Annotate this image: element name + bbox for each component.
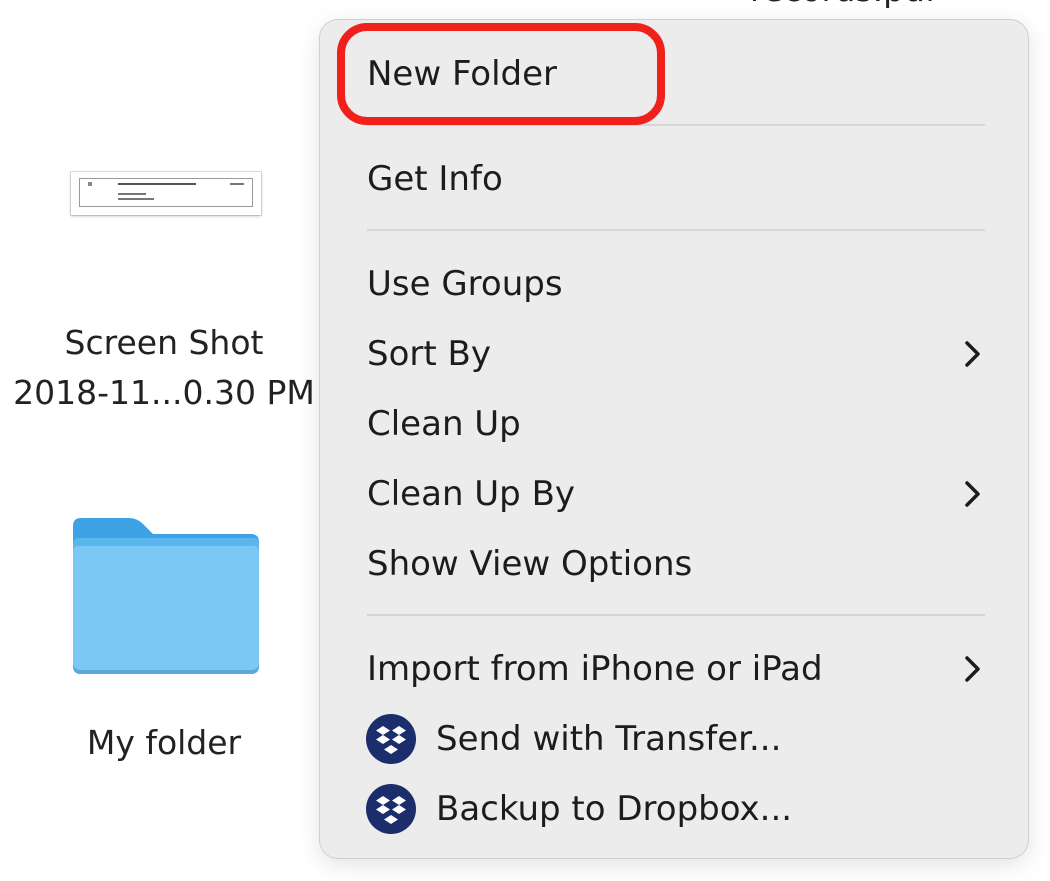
menu-item-label: Backup to Dropbox... <box>436 789 793 829</box>
menu-item-get-info[interactable]: Get Info <box>320 148 1028 210</box>
menu-item-clean-up-by[interactable]: Clean Up By <box>320 463 1028 525</box>
menu-item-clean-up[interactable]: Clean Up <box>320 393 1028 455</box>
menu-item-backup-to-dropbox[interactable]: Backup to Dropbox... <box>320 778 1028 840</box>
menu-item-label: Clean Up By <box>367 474 576 514</box>
menu-item-label: New Folder <box>367 54 558 94</box>
menu-item-label: Show View Options <box>367 544 693 584</box>
dropbox-icon <box>366 784 416 834</box>
menu-separator <box>367 124 985 126</box>
file-label-records-pdf[interactable]: records.pdf <box>750 0 937 10</box>
menu-item-new-folder[interactable]: New Folder <box>320 43 1028 105</box>
file-label-line2: 2018-11...0.30 PM <box>13 373 315 412</box>
finder-desktop: records.pdf Screen Shot 2018-11...0.30 P… <box>0 0 1050 881</box>
menu-item-label: Clean Up <box>367 404 521 444</box>
document-thumbnail-icon[interactable] <box>71 172 261 215</box>
menu-item-send-with-transfer[interactable]: Send with Transfer... <box>320 708 1028 770</box>
context-menu: New Folder Get Info Use Groups Sort By C… <box>320 20 1028 858</box>
menu-item-import-from-iphone[interactable]: Import from iPhone or iPad <box>320 638 1028 700</box>
menu-separator <box>367 614 985 616</box>
menu-separator <box>367 229 985 231</box>
chevron-right-icon <box>965 481 980 507</box>
menu-item-label: Sort By <box>367 334 491 374</box>
dropbox-icon <box>366 714 416 764</box>
file-label-line1: Screen Shot <box>64 323 264 362</box>
chevron-right-icon <box>965 656 980 682</box>
file-label-my-folder[interactable]: My folder <box>40 718 288 768</box>
menu-item-use-groups[interactable]: Use Groups <box>320 253 1028 315</box>
menu-item-label: Send with Transfer... <box>436 719 782 759</box>
menu-item-label: Use Groups <box>367 264 563 304</box>
file-label-screenshot[interactable]: Screen Shot 2018-11...0.30 PM <box>0 318 328 418</box>
menu-item-sort-by[interactable]: Sort By <box>320 323 1028 385</box>
folder-icon[interactable] <box>71 516 261 676</box>
chevron-right-icon <box>965 341 980 367</box>
menu-item-label: Get Info <box>367 159 503 199</box>
menu-item-show-view-options[interactable]: Show View Options <box>320 533 1028 595</box>
menu-item-label: Import from iPhone or iPad <box>367 649 823 689</box>
